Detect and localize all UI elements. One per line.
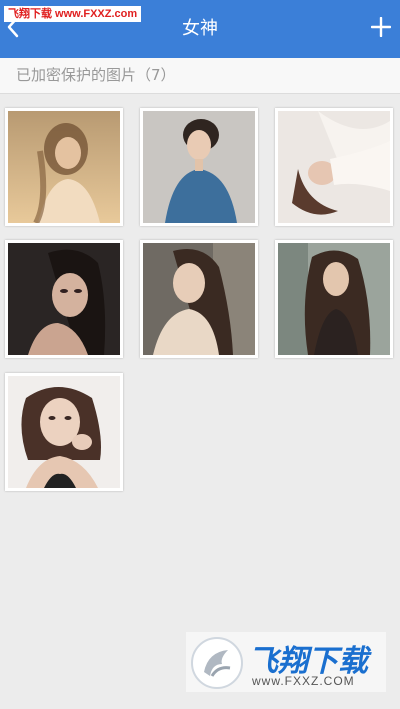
watermark-footer: 飞翔下载 www.FXXZ.COM [186,632,386,692]
encrypted-count-label: 已加密保护的图片（7） [0,58,400,94]
app-header: 飞翔下载 www.FXXZ.com 女神 [0,0,400,58]
photo-thumbnail-3 [278,111,390,223]
photo-thumbnail[interactable] [275,240,393,358]
add-button[interactable] [366,14,396,44]
photo-thumbnail-4 [8,243,120,355]
photo-thumbnail[interactable] [140,108,258,226]
photo-thumbnail[interactable] [140,240,258,358]
photo-thumbnail-2 [143,111,255,223]
photo-thumbnail-1 [8,111,120,223]
photo-thumbnail-7 [8,376,120,488]
brand-logo-icon [190,636,244,690]
photo-thumbnail[interactable] [5,108,123,226]
photo-thumbnail-5 [143,243,255,355]
plus-icon [370,16,392,41]
photo-thumbnail-6 [278,243,390,355]
watermark-url: www.FXXZ.COM [252,674,355,688]
photo-thumbnail[interactable] [275,108,393,226]
photo-thumbnail[interactable] [5,373,123,491]
photo-thumbnail[interactable] [5,240,123,358]
page-title: 女神 [182,18,218,39]
